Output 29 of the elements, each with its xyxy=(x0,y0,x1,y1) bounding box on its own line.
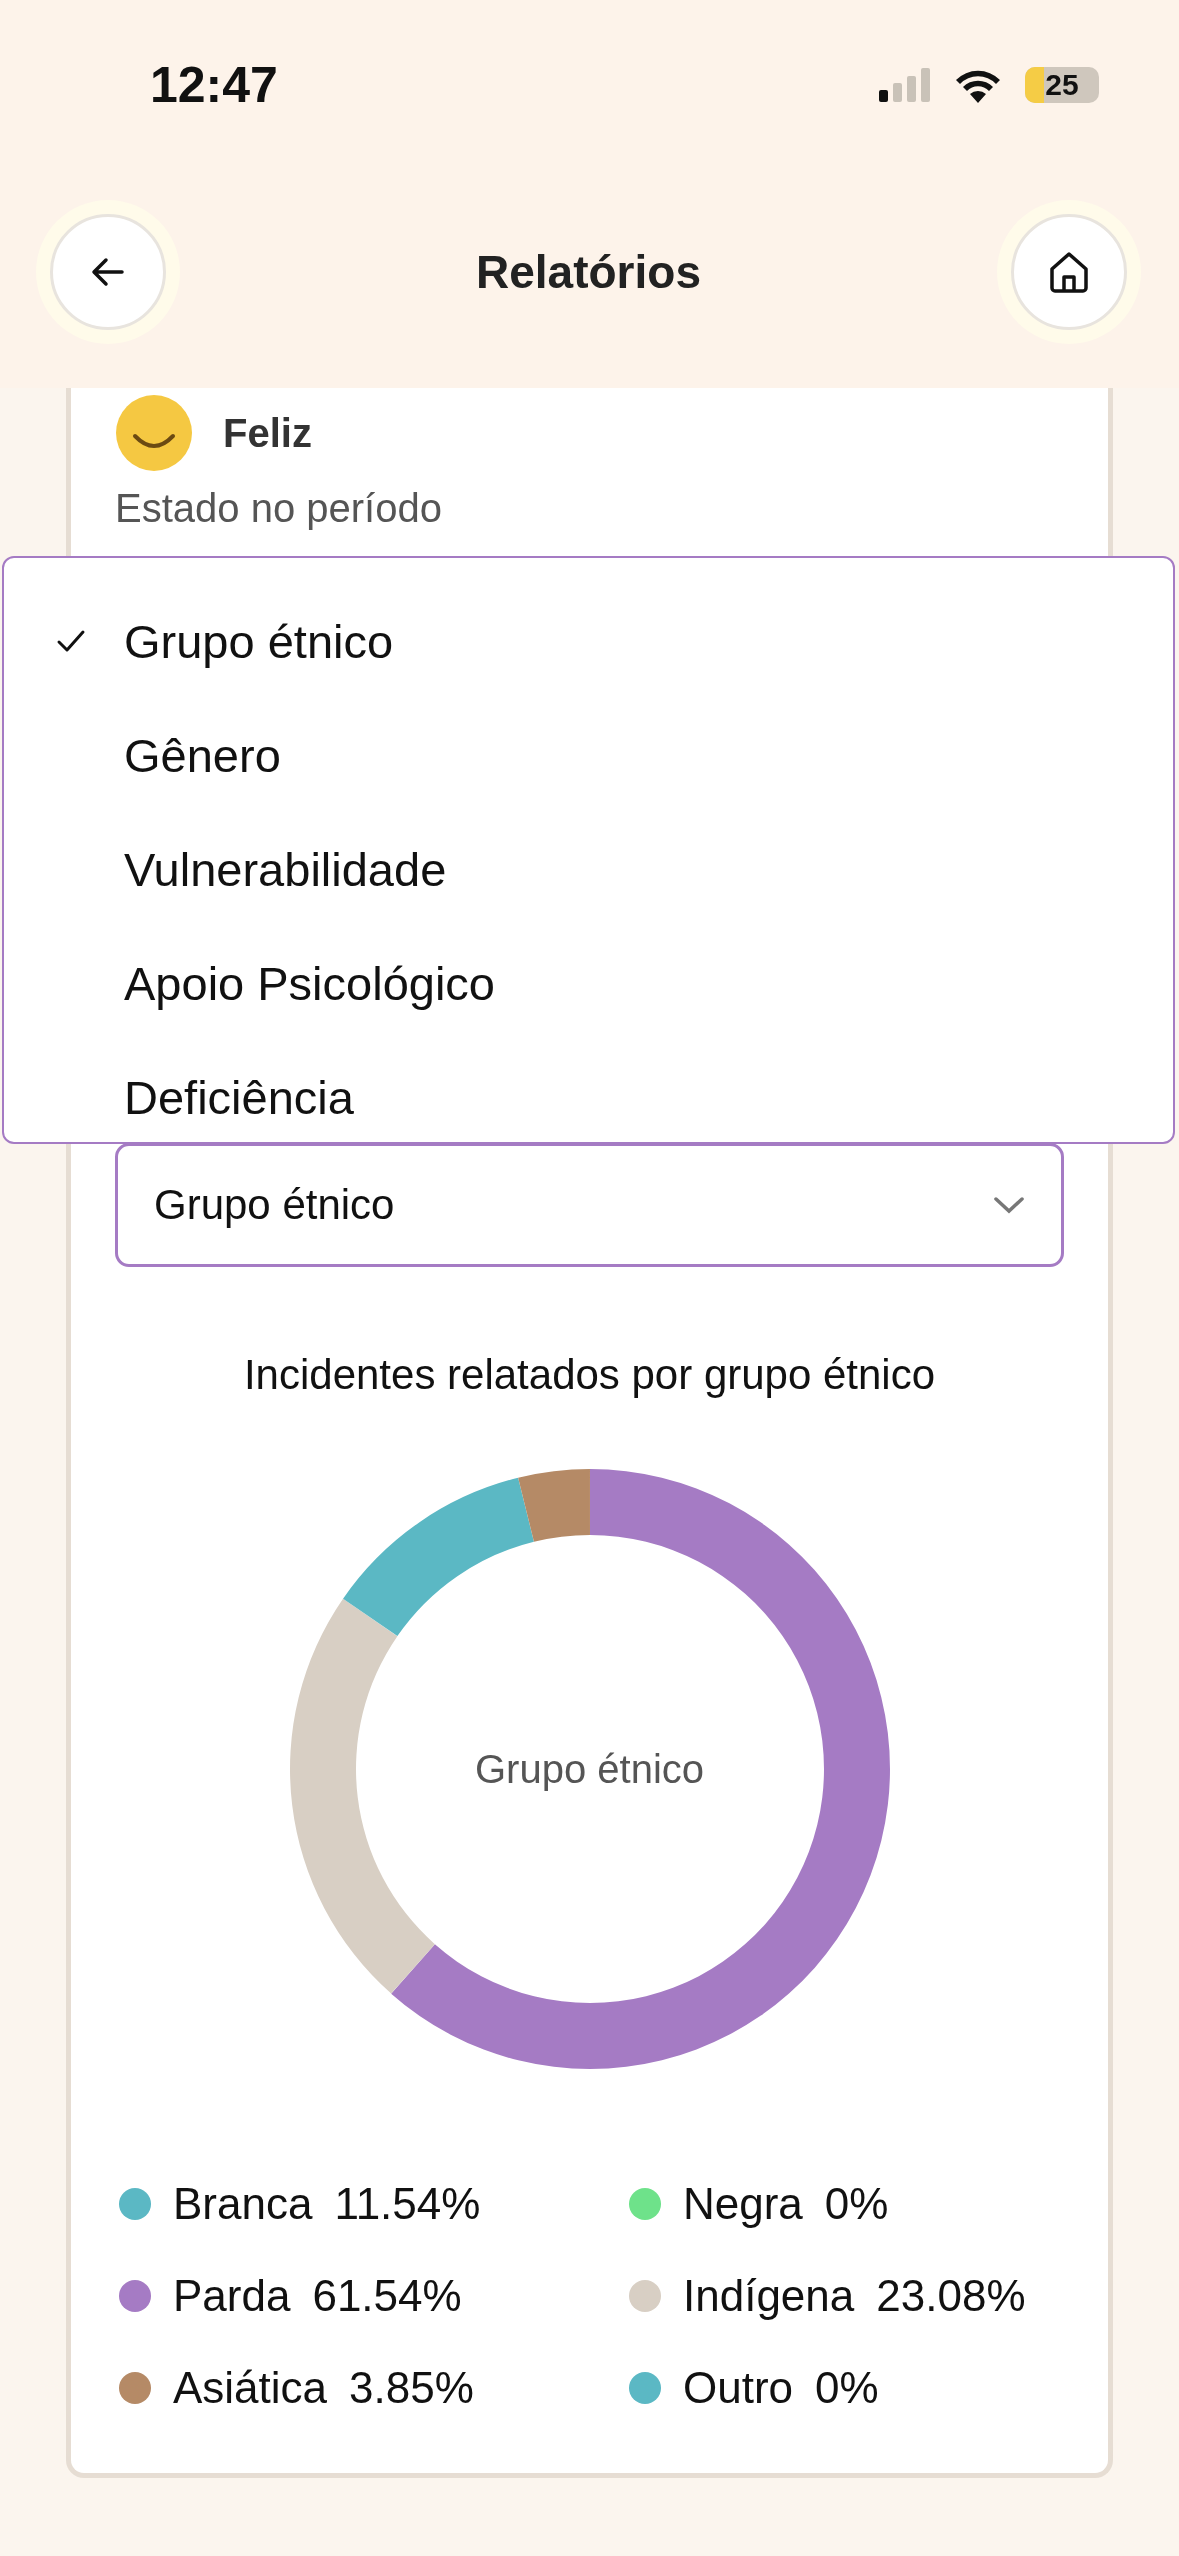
legend-value: 23.08% xyxy=(876,2271,1026,2321)
legend-label: Asiática xyxy=(173,2363,328,2413)
legend-value: 0% xyxy=(824,2179,889,2229)
menu-item[interactable]: Apoio Psicológico xyxy=(4,926,1173,1040)
legend-label: Outro xyxy=(683,2363,794,2413)
signal-icon xyxy=(879,68,931,102)
legend-label: Parda xyxy=(173,2271,291,2321)
donut-center-label: Grupo étnico xyxy=(475,1746,704,1792)
legend-label: Negra xyxy=(683,2179,803,2229)
legend-label: Branca xyxy=(173,2179,313,2229)
legend-value: 0% xyxy=(815,2363,879,2413)
menu-item[interactable]: Gênero xyxy=(4,698,1173,812)
smiley-icon xyxy=(115,394,193,472)
legend-value: 61.54% xyxy=(312,2271,462,2321)
status-time: 12:47 xyxy=(150,56,278,114)
chevron-down-icon xyxy=(993,1196,1025,1214)
legend-value: 3.85% xyxy=(349,2363,474,2413)
legend-label: Indígena xyxy=(683,2271,855,2321)
state-label: Estado no período xyxy=(115,486,443,531)
category-select[interactable]: Grupo étnico xyxy=(115,1143,1064,1267)
menu-item[interactable]: Deficiência xyxy=(4,1040,1173,1142)
mood-label: Feliz xyxy=(223,410,312,456)
menu-item[interactable]: Grupo étnico xyxy=(4,584,1173,698)
chart-title: Incidentes relatados por grupo étnico xyxy=(243,1351,936,1399)
battery-icon: 25 xyxy=(1025,67,1099,103)
menu-item[interactable]: Vulnerabilidade xyxy=(4,812,1173,926)
checkmark-icon xyxy=(56,629,86,653)
legend-value: 11.54% xyxy=(334,2179,481,2229)
page-title: Relatórios xyxy=(476,245,701,299)
